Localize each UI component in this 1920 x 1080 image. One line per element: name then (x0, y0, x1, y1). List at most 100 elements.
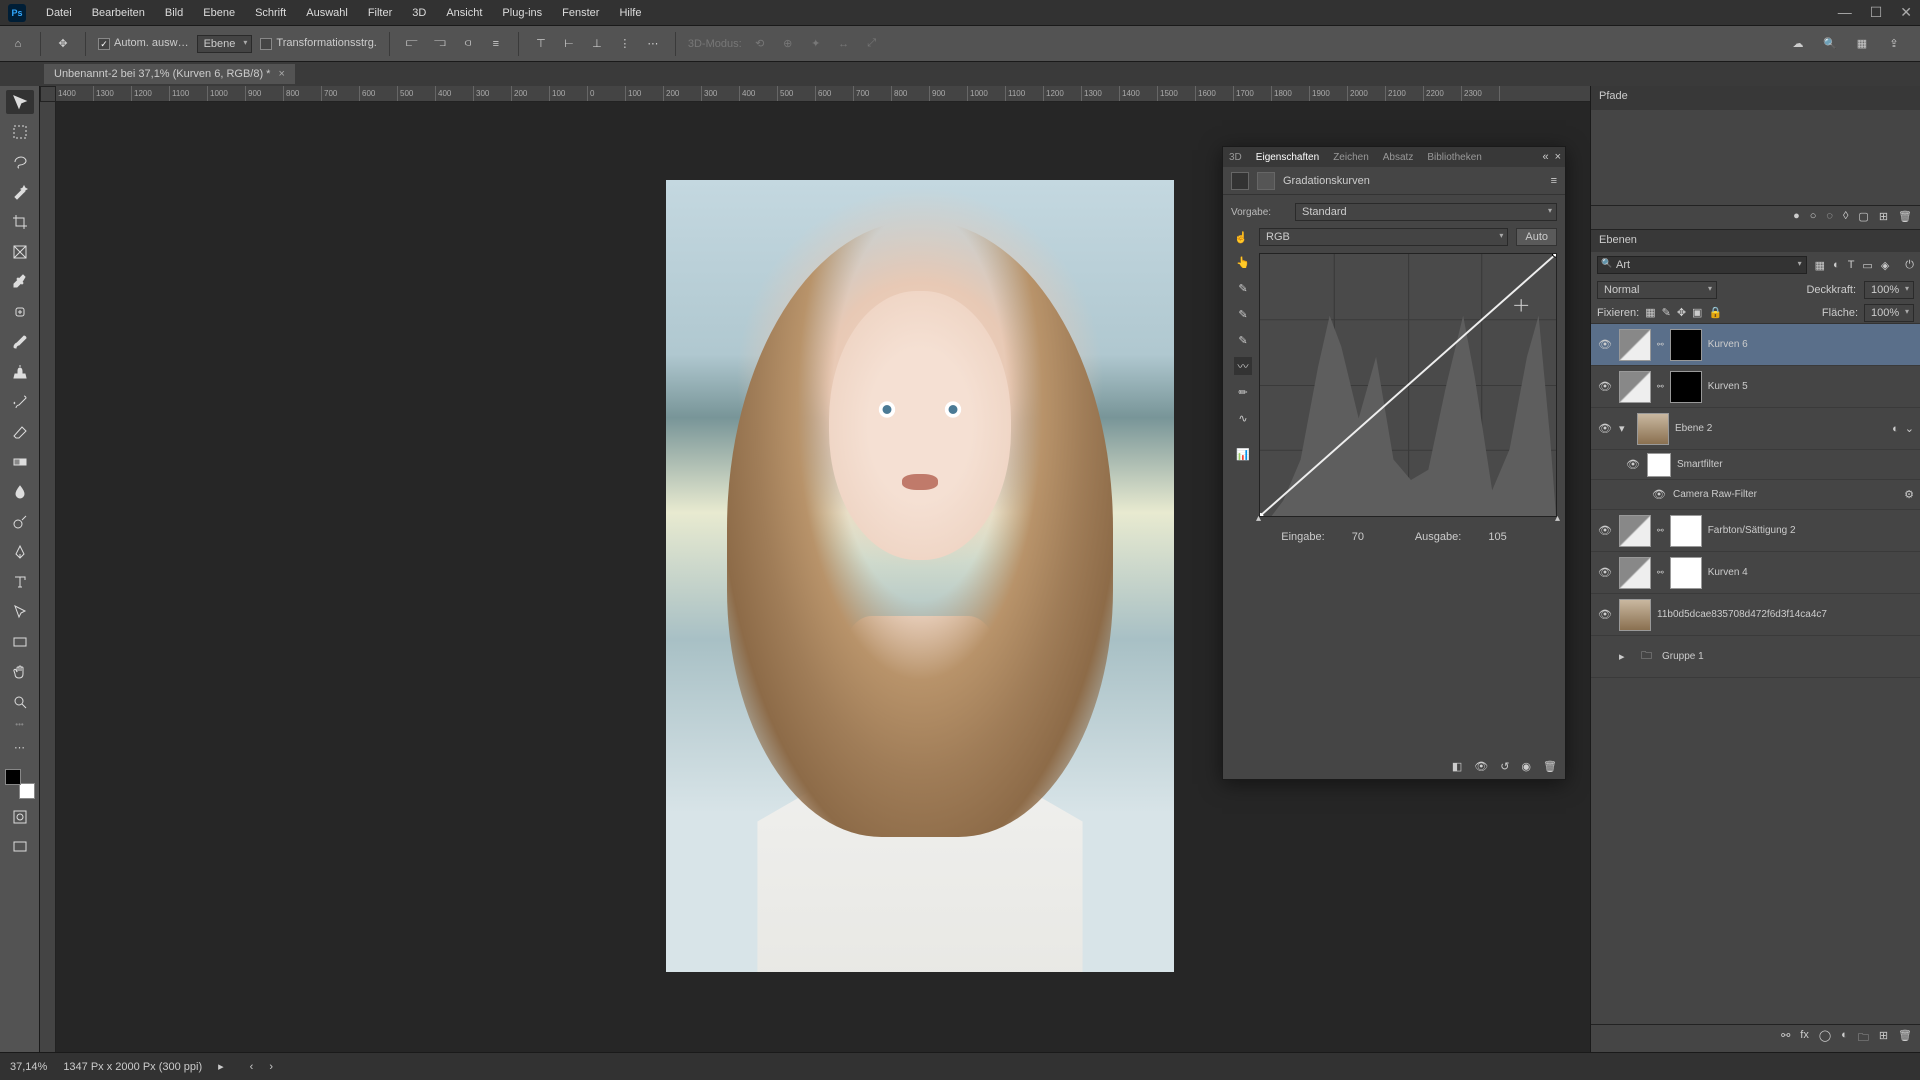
edit-toolbar-icon[interactable]: ⋯ (6, 735, 34, 759)
eraser-tool[interactable] (6, 420, 34, 444)
magic-wand-tool[interactable] (6, 180, 34, 204)
panel-menu-icon[interactable]: ≡ (1551, 175, 1557, 187)
layer-row[interactable]: 👁▾Ebene 2◐⌄ (1591, 408, 1920, 450)
menu-bearbeiten[interactable]: Bearbeiten (82, 7, 155, 19)
zoom-tool[interactable] (6, 690, 34, 714)
link-mask-icon[interactable]: ⚯ (1657, 340, 1664, 349)
layer-mask-thumbnail[interactable] (1670, 557, 1702, 589)
lock-pixels-icon[interactable]: ✎ (1662, 306, 1671, 319)
rectangle-tool[interactable] (6, 630, 34, 654)
layer-row[interactable]: 👁11b0d5dcae835708d472f6d3f14ca4c7 (1591, 594, 1920, 636)
layer-name[interactable]: Smartfilter (1677, 459, 1914, 470)
healing-brush-tool[interactable] (6, 300, 34, 324)
layer-name[interactable]: Kurven 4 (1708, 567, 1914, 578)
layer-mask-thumbnail[interactable] (1670, 371, 1702, 403)
layer-thumbnail[interactable] (1647, 453, 1671, 477)
menu-fenster[interactable]: Fenster (552, 7, 609, 19)
tab-character[interactable]: Zeichen (1333, 152, 1369, 163)
paths-panel-body[interactable] (1591, 110, 1920, 206)
new-layer-icon[interactable]: ⊞ (1879, 1029, 1888, 1048)
visibility-toggle-icon[interactable]: 👁 (1597, 566, 1613, 579)
move-tool[interactable] (6, 90, 34, 114)
visibility-toggle-icon[interactable]: 👁 (1597, 380, 1613, 393)
marquee-tool[interactable] (6, 120, 34, 144)
new-adjustment-icon[interactable]: ◐ (1841, 1029, 1848, 1048)
canvas-image[interactable] (666, 180, 1174, 972)
menu-hilfe[interactable]: Hilfe (609, 7, 651, 19)
menu-3d[interactable]: 3D (402, 7, 436, 19)
layer-name[interactable]: Kurven 6 (1708, 339, 1914, 350)
pencil-curve-icon[interactable]: ✏ (1234, 383, 1252, 401)
minimize-button[interactable]: — (1838, 4, 1852, 21)
align-right-icon[interactable]: ⫏ (458, 34, 478, 54)
filter-pixel-icon[interactable]: ▦ (1815, 259, 1825, 272)
layer-row[interactable]: 👁 ⚯ Kurven 6 (1591, 324, 1920, 366)
auto-button[interactable]: Auto (1516, 228, 1557, 246)
path-to-selection-icon[interactable]: ◌ (1826, 210, 1833, 225)
distribute-h-icon[interactable]: ≡ (486, 34, 506, 54)
layer-thumbnail[interactable] (1619, 515, 1651, 547)
new-group-icon[interactable]: 🗀 (1858, 1029, 1869, 1048)
menu-datei[interactable]: Datei (36, 7, 82, 19)
link-mask-icon[interactable]: ⚯ (1657, 568, 1664, 577)
home-icon[interactable]: ⌂ (8, 34, 28, 54)
search-icon[interactable]: 🔍 (1820, 34, 1840, 54)
layers-panel-header[interactable]: Ebenen (1591, 230, 1920, 252)
delete-adjustment-icon[interactable]: 🗑 (1543, 760, 1557, 773)
menu-filter[interactable]: Filter (358, 7, 402, 19)
layer-name[interactable]: Ebene 2 (1675, 423, 1886, 434)
filter-toggle-icon[interactable]: ⏻ (1905, 259, 1914, 272)
tab-properties[interactable]: Eigenschaften (1256, 152, 1319, 163)
layer-name[interactable]: Gruppe 1 (1662, 651, 1914, 662)
align-center-h-icon[interactable]: ⫎ (430, 34, 450, 54)
layer-name[interactable]: Kurven 5 (1708, 381, 1914, 392)
filter-smart-icon[interactable]: ◈ (1881, 259, 1889, 272)
clone-stamp-tool[interactable] (6, 360, 34, 384)
mask-icon[interactable] (1257, 172, 1275, 190)
brush-tool[interactable] (6, 330, 34, 354)
expand-icon[interactable]: ▾ (1619, 422, 1631, 435)
menu-ansicht[interactable]: Ansicht (436, 7, 492, 19)
layer-row[interactable]: 👁Camera Raw-Filter⚙ (1591, 480, 1920, 510)
document-tab[interactable]: Unbenannt-2 bei 37,1% (Kurven 6, RGB/8) … (44, 64, 295, 84)
tab-libraries[interactable]: Bibliotheken (1427, 152, 1481, 163)
delete-layer-icon[interactable]: 🗑 (1898, 1029, 1912, 1048)
auto-select-checkbox[interactable] (98, 38, 110, 50)
layer-mask-thumbnail[interactable] (1670, 515, 1702, 547)
delete-path-icon[interactable]: 🗑 (1898, 210, 1912, 225)
filter-shape-icon[interactable]: ▭ (1862, 259, 1872, 272)
fill-path-icon[interactable]: ● (1793, 210, 1800, 225)
panel-collapse-icon[interactable]: « (1542, 151, 1548, 163)
add-mask-from-path-icon[interactable]: ▢ (1858, 210, 1868, 225)
frame-tool[interactable] (6, 240, 34, 264)
layer-name[interactable]: 11b0d5dcae835708d472f6d3f14ca4c7 (1657, 609, 1914, 620)
maximize-button[interactable]: ☐ (1870, 4, 1883, 21)
share-icon[interactable]: ⇪ (1884, 34, 1904, 54)
hand-tool[interactable] (6, 660, 34, 684)
layer-thumbnail[interactable] (1619, 329, 1651, 361)
tab-3d[interactable]: 3D (1229, 152, 1242, 163)
layer-name[interactable]: Farbton/Sättigung 2 (1708, 525, 1914, 536)
filter-settings-icon[interactable]: ⚙ (1904, 488, 1914, 501)
layer-name[interactable]: Camera Raw-Filter (1673, 489, 1898, 500)
link-layers-icon[interactable]: ⚯ (1781, 1029, 1790, 1048)
menu-auswahl[interactable]: Auswahl (296, 7, 358, 19)
blend-mode-dropdown[interactable]: Normal (1597, 281, 1717, 299)
fill-field[interactable]: 100% (1864, 304, 1914, 322)
status-arrow-icon[interactable]: ▸ (218, 1060, 224, 1073)
reset-icon[interactable]: ↺ (1500, 760, 1509, 773)
clip-to-layer-icon[interactable]: ◧ (1452, 760, 1462, 773)
document-info[interactable]: 1347 Px x 2000 Px (300 ppi) (63, 1061, 202, 1073)
align-top-icon[interactable]: ⊤ (531, 34, 551, 54)
targeted-adjustment-icon[interactable]: ☝ (1231, 227, 1251, 247)
toggle-visibility-icon[interactable]: ◉ (1521, 760, 1531, 773)
filter-adjustment-icon[interactable]: ◐ (1833, 259, 1840, 272)
visibility-toggle-icon[interactable]: 👁 (1625, 458, 1641, 471)
color-swatches[interactable] (5, 769, 35, 799)
input-value[interactable]: 70 (1352, 531, 1364, 543)
move-tool-icon[interactable]: ✥ (53, 34, 73, 54)
visibility-toggle-icon[interactable]: 👁 (1597, 338, 1613, 351)
channel-dropdown[interactable]: RGB (1259, 228, 1508, 246)
close-tab-icon[interactable]: × (278, 68, 284, 80)
lock-all-icon[interactable]: 🔒 (1708, 306, 1722, 319)
